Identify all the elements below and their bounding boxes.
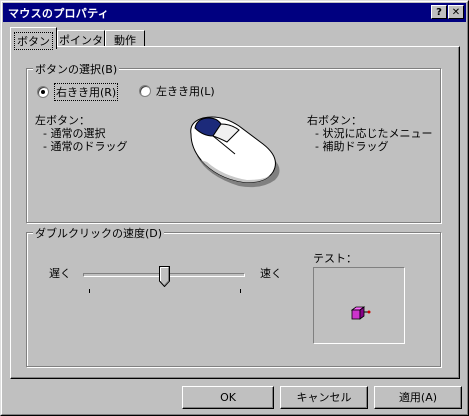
close-button[interactable]: ✕	[448, 5, 464, 19]
double-click-legend: ダブルクリックの速度(D)	[33, 225, 165, 241]
slider-tick-min	[89, 289, 90, 293]
slider-tick-max	[240, 289, 241, 293]
button-selection-group: ボタンの選択(B) 右きき用(R) 左きき用(L) 左ボタン： - 通常の選択 …	[26, 61, 441, 223]
tab-motion[interactable]: 動作	[105, 30, 145, 47]
slow-label: 遅く	[49, 267, 71, 280]
test-area[interactable]	[313, 267, 405, 344]
properties-dialog: マウスのプロパティ ? ✕ ボタン ポインタ 動作 ボタンの選択(B) 右きき用…	[0, 0, 469, 416]
ok-button[interactable]: OK	[182, 386, 274, 409]
help-button[interactable]: ?	[431, 5, 447, 19]
fast-label: 速く	[260, 267, 282, 280]
left-button-title: 左ボタン：	[35, 114, 90, 127]
mouse-illustration-icon	[190, 116, 280, 188]
right-handed-radio[interactable]: 右きき用(R)	[37, 83, 119, 101]
apply-button[interactable]: 適用(A)	[374, 386, 462, 409]
right-button-title: 右ボタン：	[307, 114, 362, 127]
cancel-button[interactable]: キャンセル	[280, 386, 368, 409]
left-handed-label: 左きき用(L)	[156, 85, 215, 98]
tab-pointers[interactable]: ポインタ	[57, 30, 105, 47]
radio-unchecked-icon	[139, 85, 151, 97]
test-label: テスト：	[313, 252, 357, 265]
title-bar: マウスのプロパティ ? ✕	[3, 3, 466, 22]
right-handed-label: 右きき用(R)	[54, 83, 119, 101]
left-button-description: 左ボタン： - 通常の選択 - 通常のドラッグ	[35, 114, 127, 153]
speed-slider-thumb[interactable]	[159, 266, 170, 287]
left-button-line2: - 通常のドラッグ	[43, 140, 128, 153]
left-button-line1: - 通常の選択	[43, 127, 106, 140]
jack-in-the-box-icon	[350, 306, 371, 320]
radio-checked-icon	[37, 86, 49, 98]
tab-buttons-label: ボタン	[14, 32, 53, 50]
right-button-description: 右ボタン： - 状況に応じたメニュー - 補助ドラッグ	[307, 114, 432, 153]
right-button-line1: - 状況に応じたメニュー	[315, 127, 433, 140]
left-handed-radio[interactable]: 左きき用(L)	[139, 83, 215, 99]
right-button-line2: - 補助ドラッグ	[315, 140, 389, 153]
button-selection-legend: ボタンの選択(B)	[33, 61, 120, 77]
window-title: マウスのプロパティ	[8, 7, 110, 20]
tab-buttons[interactable]: ボタン	[10, 27, 57, 50]
